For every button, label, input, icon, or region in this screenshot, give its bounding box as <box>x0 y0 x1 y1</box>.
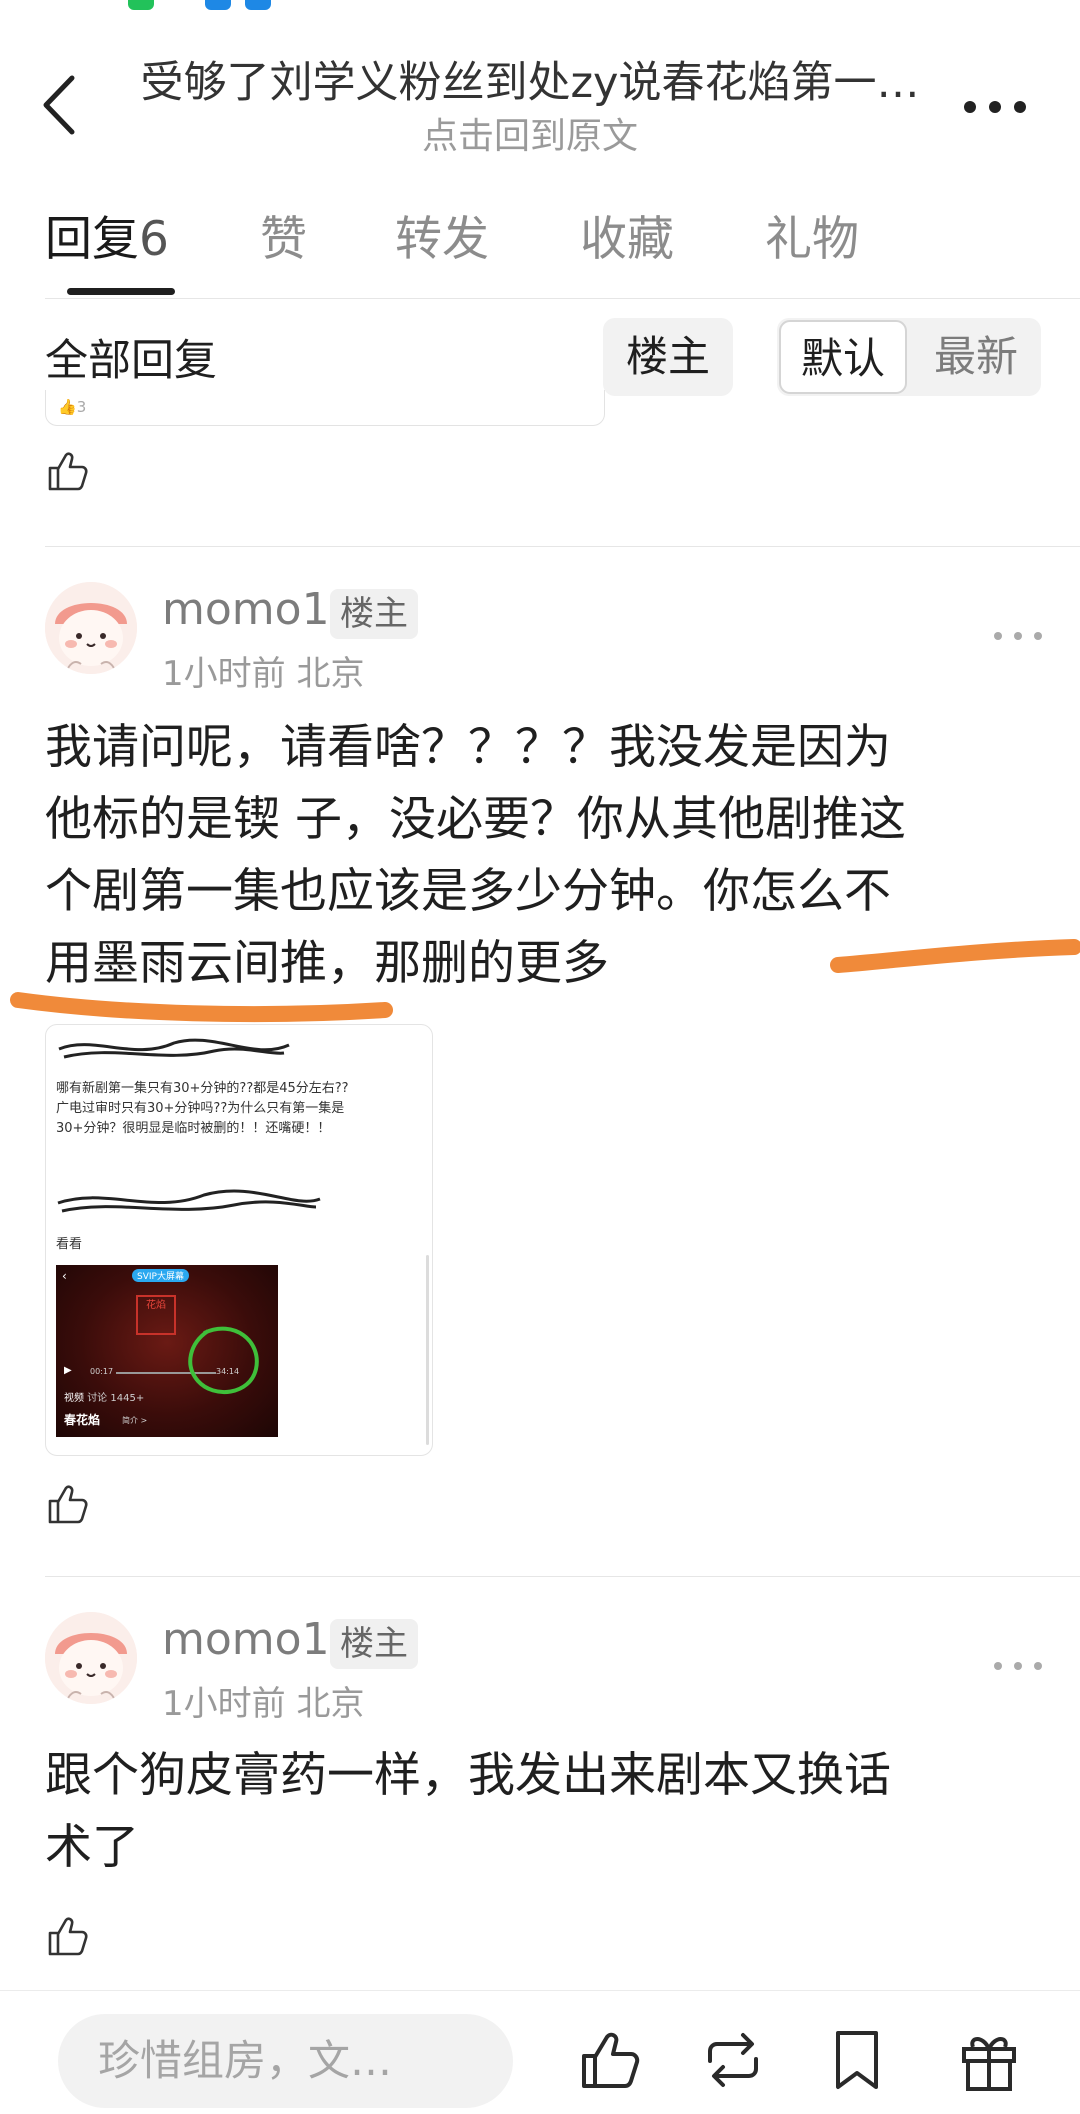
more-horizontal-icon <box>964 101 1026 113</box>
username[interactable]: momo1 <box>162 584 330 635</box>
op-only-filter[interactable]: 楼主 <box>603 318 733 396</box>
active-tab-indicator <box>67 288 175 295</box>
comment-line: 我请问呢，请看啥？？？？我没发是因为 <box>45 720 891 775</box>
sort-latest-option[interactable]: 最新 <box>917 318 1035 396</box>
cartoon-avatar-image <box>45 1612 137 1704</box>
title-block[interactable]: 受够了刘学义粉丝到处zy说春花焰第一… 点击回到原文 <box>130 56 930 161</box>
gift-button[interactable] <box>954 2025 1024 2095</box>
more-horizontal-icon <box>994 632 1042 640</box>
bookmark-icon <box>836 2031 878 2089</box>
gift-icon <box>962 2037 1016 2091</box>
redaction-scribble <box>57 1189 321 1213</box>
status-app-icon <box>205 0 231 10</box>
avatar[interactable] <box>45 1612 137 1704</box>
cartoon-avatar-image <box>45 582 137 674</box>
tab-bar: 回复6 赞 转发 收藏 礼物 <box>45 200 1045 300</box>
post-title: 受够了刘学义粉丝到处zy说春花焰第一… <box>140 58 920 108</box>
tab-favorites[interactable]: 收藏 <box>580 200 674 269</box>
tab-replies[interactable]: 回复6 <box>45 200 169 269</box>
video-thumbnail: ‹ SVIP大屏幕 花焰 ▶ 00:17 34:14 视频 讨论 1445+ 春… <box>56 1265 278 1437</box>
like-button[interactable] <box>44 447 104 507</box>
reply-page: 受够了刘学义粉丝到处zy说春花焰第一… 点击回到原文 回复6 赞 转发 收藏 礼… <box>0 0 1080 2114</box>
comment-meta: 1小时前 北京 <box>162 654 365 694</box>
comment-line: 跟个狗皮膏药一样，我发出来剧本又换话 <box>45 1748 891 1803</box>
more-options-button[interactable] <box>960 92 1030 122</box>
comment-text: 跟个狗皮膏药一样，我发出来剧本又换话 术了 <box>45 1740 1035 1884</box>
op-badge: 楼主 <box>330 589 418 639</box>
tab-reposts[interactable]: 转发 <box>395 200 489 269</box>
back-button[interactable] <box>30 70 90 140</box>
thumbs-up-icon <box>48 1917 88 1956</box>
status-app-icon <box>128 0 154 10</box>
reply-input[interactable]: 珍惜组房，文… <box>58 2014 513 2108</box>
comment-line: 他标的是锲 子，没必要？你从其他剧推这 <box>45 792 906 847</box>
status-bar <box>0 0 1080 14</box>
more-horizontal-icon <box>994 1662 1042 1670</box>
repost-icon <box>708 2033 758 2087</box>
redaction-scribble <box>58 1038 290 1059</box>
sort-default-option[interactable]: 默认 <box>779 320 907 394</box>
embedded-post-text: 哪有新剧第一集只有30+分钟的??都是45分左右?? 广电过审时只有30+分钟吗… <box>56 1081 349 1136</box>
comment-line: 术了 <box>45 1820 139 1875</box>
sort-toggle: 默认 最新 <box>777 318 1041 396</box>
thumbs-up-icon <box>48 452 88 491</box>
green-circle-annotation <box>188 1326 259 1395</box>
bookmark-button[interactable] <box>822 2025 892 2095</box>
highlight-annotation <box>10 939 1080 1023</box>
all-replies-label: 全部回复 <box>45 336 217 386</box>
thumbs-up-icon <box>582 2032 640 2088</box>
like-post-button[interactable] <box>576 2025 646 2095</box>
op-badge: 楼主 <box>330 1619 418 1669</box>
tab-gifts[interactable]: 礼物 <box>765 200 859 269</box>
thumbs-up-icon <box>48 1485 88 1524</box>
divider <box>45 546 1080 547</box>
like-button[interactable] <box>44 1912 104 1972</box>
top-header: 受够了刘学义粉丝到处zy说春花焰第一… 点击回到原文 <box>0 40 1080 160</box>
svip-badge: SVIP大屏幕 <box>132 1269 189 1282</box>
chevron-left-icon <box>43 75 75 135</box>
divider <box>45 1576 1080 1577</box>
embedded-reply-text: 看看 <box>56 1237 83 1252</box>
comment-more-button[interactable] <box>990 626 1046 646</box>
avatar[interactable] <box>45 582 137 674</box>
divider <box>0 1990 1080 1991</box>
filter-row: 全部回复 楼主 默认 最新 <box>45 318 1045 398</box>
status-app-icon <box>245 0 271 10</box>
divider <box>45 298 1080 299</box>
like-count: 👍3 <box>58 398 87 416</box>
show-seal-logo: 花焰 <box>136 1295 176 1335</box>
back-to-original-link[interactable]: 点击回到原文 <box>130 114 930 161</box>
tab-likes[interactable]: 赞 <box>260 200 307 269</box>
like-button[interactable] <box>44 1480 104 1540</box>
repost-button[interactable] <box>698 2025 768 2095</box>
previous-quote-card: 👍3 <box>45 390 605 426</box>
username[interactable]: momo1 <box>162 1614 330 1665</box>
embedded-screenshot-image[interactable]: 哪有新剧第一集只有30+分钟的??都是45分左右?? 广电过审时只有30+分钟吗… <box>45 1024 433 1456</box>
comment-meta: 1小时前 北京 <box>162 1684 365 1724</box>
comment-more-button[interactable] <box>990 1656 1046 1676</box>
